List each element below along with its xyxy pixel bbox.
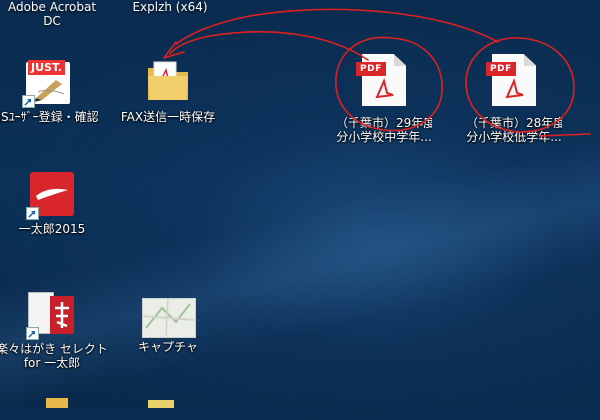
adobe-acrobat-label-line1: Adobe Acrobat bbox=[7, 0, 97, 14]
shortcut-arrow-icon bbox=[26, 327, 39, 340]
ichitaro-label: 一太郎2015 bbox=[18, 222, 86, 236]
rakuraku-app-icon bbox=[26, 290, 76, 340]
desktop-icon-pdf-29[interactable]: PDF （千葉市）29年度 分小学校中学年... bbox=[336, 50, 432, 144]
pdf-28-label-line1: （千葉市）28年度 bbox=[466, 116, 562, 130]
pdf-29-label-line2: 分小学校中学年... bbox=[336, 130, 432, 144]
adobe-acrobat-label-line2: DC bbox=[43, 14, 61, 28]
map-image-thumbnail-icon bbox=[142, 298, 196, 338]
just-user-label: JSﾕｰｻﾞｰ登録・確認 bbox=[0, 110, 99, 124]
desktop-icon-just-user[interactable]: JUST. JSﾕｰｻﾞｰ登録・確認 bbox=[0, 58, 99, 124]
shortcut-arrow-icon bbox=[22, 95, 35, 108]
ichitaro-swoosh-icon bbox=[36, 188, 68, 200]
just-app-icon: JUST. bbox=[22, 58, 72, 108]
capture-label: キャプチャ bbox=[138, 340, 198, 354]
rakuraku-label-line2: for 一太郎 bbox=[23, 356, 81, 370]
desktop-icon-capture[interactable]: キャプチャ bbox=[120, 298, 216, 354]
pdf-28-label-line2: 分小学校低学年... bbox=[466, 130, 562, 144]
pdf-badge: PDF bbox=[486, 62, 516, 76]
desktop-icon-rakuraku-hagaki[interactable]: 楽々はがき セレクト for 一太郎 bbox=[0, 290, 108, 370]
pdf-file-icon: PDF bbox=[356, 54, 406, 112]
shortcut-arrow-icon bbox=[26, 207, 39, 220]
partial-icon-bottom-left[interactable] bbox=[46, 398, 68, 408]
pdf-badge: PDF bbox=[356, 62, 386, 76]
pdf-file-icon: PDF bbox=[486, 54, 536, 112]
just-badge: JUST. bbox=[28, 60, 65, 75]
pdf-29-label-line1: （千葉市）29年度 bbox=[336, 116, 432, 130]
fax-folder-label: FAX送信一時保存 bbox=[120, 110, 216, 124]
stamp-mark-icon bbox=[55, 302, 69, 328]
desktop-icon-pdf-28[interactable]: PDF （千葉市）28年度 分小学校低学年... bbox=[466, 50, 562, 144]
desktop-icon-ichitaro[interactable]: 一太郎2015 bbox=[4, 170, 100, 236]
desktop-icon-fax-folder[interactable]: FAX送信一時保存 bbox=[120, 58, 216, 124]
explzh-label[interactable]: Explzh (x64) bbox=[120, 0, 220, 14]
wallpaper-light-beam bbox=[0, 119, 600, 420]
acrobat-logo-icon bbox=[375, 78, 394, 99]
adobe-acrobat-label[interactable]: Adobe Acrobat DC bbox=[2, 0, 102, 28]
folder-icon bbox=[144, 58, 192, 106]
partial-icon-bottom-center[interactable] bbox=[148, 400, 174, 408]
rakuraku-label-line1: 楽々はがき セレクト bbox=[0, 342, 108, 356]
annotation-arrowhead bbox=[163, 41, 185, 59]
pen-icon bbox=[34, 80, 65, 102]
ichitaro-app-icon bbox=[26, 170, 76, 220]
annotation-arrow-path bbox=[175, 8, 499, 45]
acrobat-logo-icon bbox=[505, 78, 524, 99]
